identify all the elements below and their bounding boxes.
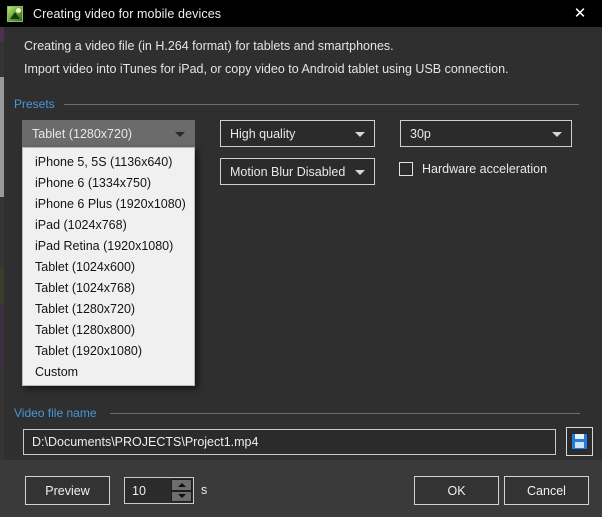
floppy-disk-icon xyxy=(572,434,587,449)
browse-save-button[interactable] xyxy=(566,427,593,456)
motion-blur-combobox-value: Motion Blur Disabled xyxy=(230,164,346,179)
list-item[interactable]: iPad (1024x768) xyxy=(23,215,194,236)
caret-up-icon xyxy=(177,482,186,487)
chevron-down-icon xyxy=(355,131,365,137)
ok-button[interactable]: OK xyxy=(414,476,499,505)
close-icon: ✕ xyxy=(573,4,587,22)
video-file-path-input[interactable]: D:\Documents\PROJECTS\Project1.mp4 xyxy=(23,429,556,455)
list-item[interactable]: Tablet (1024x768) xyxy=(23,278,194,299)
left-edge-strip xyxy=(0,27,4,460)
cancel-button[interactable]: Cancel xyxy=(504,476,589,505)
framerate-combobox[interactable]: 30p xyxy=(400,120,572,147)
presets-group-label: Presets xyxy=(14,97,55,111)
list-item[interactable]: iPad Retina (1920x1080) xyxy=(23,236,194,257)
stepper-up-button[interactable] xyxy=(171,479,192,491)
framerate-combobox-value: 30p xyxy=(410,126,431,141)
chevron-down-icon xyxy=(355,169,365,175)
quality-combobox-value: High quality xyxy=(230,126,296,141)
preset-combobox-value: Tablet (1280x720) xyxy=(32,126,133,141)
list-item[interactable]: iPhone 6 (1334x750) xyxy=(23,173,194,194)
list-item[interactable]: iPhone 5, 5S (1136x640) xyxy=(23,152,194,173)
description-line-1: Creating a video file (in H.264 format) … xyxy=(24,39,394,53)
video-file-path-value: D:\Documents\PROJECTS\Project1.mp4 xyxy=(32,435,259,449)
chevron-down-icon xyxy=(552,131,562,137)
dialog-window: Creating video for mobile devices ✕ Crea… xyxy=(0,0,602,517)
list-item[interactable]: Tablet (1280x800) xyxy=(23,320,194,341)
video-app-icon xyxy=(7,5,23,22)
preset-combobox[interactable]: Tablet (1280x720) xyxy=(22,120,195,147)
hardware-acceleration-checkbox[interactable] xyxy=(399,162,413,176)
video-file-group-divider xyxy=(110,413,580,414)
preview-button[interactable]: Preview xyxy=(25,476,110,505)
window-title: Creating video for mobile devices xyxy=(33,6,222,21)
list-item[interactable]: Custom xyxy=(23,362,194,383)
stepper-down-button[interactable] xyxy=(171,490,192,502)
hardware-acceleration-label: Hardware acceleration xyxy=(422,162,548,176)
list-item[interactable]: Tablet (1280x720) xyxy=(23,299,194,320)
list-item[interactable]: iPhone 6 Plus (1920x1080) xyxy=(23,194,194,215)
video-file-group-label: Video file name xyxy=(14,406,97,420)
list-item[interactable]: Tablet (1024x600) xyxy=(23,257,194,278)
close-button[interactable]: ✕ xyxy=(558,0,602,27)
presets-group-divider xyxy=(64,104,579,105)
duration-unit-label: s xyxy=(201,483,208,497)
title-bar: Creating video for mobile devices ✕ xyxy=(0,0,602,27)
hardware-acceleration-row[interactable]: Hardware acceleration xyxy=(399,162,547,176)
list-item[interactable]: Tablet (1920x1080) xyxy=(23,341,194,362)
motion-blur-combobox[interactable]: Motion Blur Disabled xyxy=(220,158,375,185)
duration-stepper[interactable]: 10 xyxy=(124,477,194,504)
caret-down-icon xyxy=(177,494,186,499)
description-line-2: Import video into iTunes for iPad, or co… xyxy=(24,62,509,76)
duration-stepper-buttons[interactable] xyxy=(171,479,192,502)
preset-dropdown-list[interactable]: iPhone 5, 5S (1136x640) iPhone 6 (1334x7… xyxy=(22,147,195,386)
quality-combobox[interactable]: High quality xyxy=(220,120,375,147)
duration-value: 10 xyxy=(132,483,146,498)
chevron-down-icon xyxy=(175,131,185,137)
